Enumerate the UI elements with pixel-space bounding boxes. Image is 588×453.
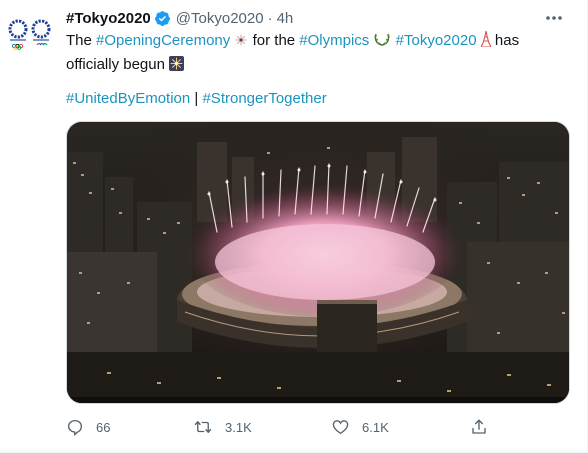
like-count: 6.1K bbox=[362, 419, 389, 435]
share-button[interactable] bbox=[470, 413, 488, 441]
retweet-button[interactable]: 3.1K bbox=[193, 413, 252, 441]
verified-badge-icon bbox=[154, 10, 171, 27]
text-segment: for the bbox=[248, 32, 300, 49]
like-button[interactable]: 6.1K bbox=[331, 413, 389, 441]
retweet-icon bbox=[194, 421, 212, 433]
hashtag-opening-ceremony[interactable]: #OpeningCeremony bbox=[96, 32, 230, 49]
tweet-text: The #OpeningCeremony for the #Olympics #… bbox=[66, 30, 546, 78]
sparkler-emoji bbox=[234, 32, 248, 54]
olive-wreath-emoji bbox=[373, 31, 391, 54]
tokyo2020-emblem-icon bbox=[8, 19, 51, 50]
share-icon bbox=[472, 419, 486, 434]
tweet-header: #Tokyo2020 @Tokyo2020 · 4h bbox=[66, 7, 293, 29]
hashtag-stronger-together[interactable]: #StrongerTogether bbox=[202, 90, 326, 107]
avatar[interactable] bbox=[4, 8, 56, 60]
tower-emoji bbox=[479, 30, 492, 54]
display-name[interactable]: #Tokyo2020 bbox=[66, 10, 151, 27]
retweet-count: 3.1K bbox=[225, 419, 252, 435]
text-segment: The bbox=[66, 32, 97, 49]
reply-icon bbox=[67, 419, 83, 436]
reply-count: 66 bbox=[96, 419, 111, 435]
like-icon bbox=[332, 420, 349, 435]
separator-dot: · bbox=[267, 9, 273, 27]
fireworks-stadium-image bbox=[67, 122, 569, 403]
text-segment: has bbox=[490, 32, 520, 49]
hashtag-olympics[interactable]: #Olympics bbox=[299, 32, 369, 49]
hashtag-tokyo2020[interactable]: #Tokyo2020 bbox=[396, 32, 477, 49]
more-icon[interactable] bbox=[543, 8, 565, 28]
hashtag-united-by-emotion[interactable]: #UnitedByEmotion bbox=[66, 90, 190, 107]
tweet-photo[interactable] bbox=[66, 121, 570, 404]
handle[interactable]: @Tokyo2020 bbox=[176, 10, 264, 27]
text-segment: officially begun bbox=[66, 56, 165, 73]
tweet-card[interactable]: #Tokyo2020 @Tokyo2020 · 4h The #OpeningC… bbox=[0, 0, 588, 453]
reply-button[interactable]: 66 bbox=[66, 413, 110, 441]
hashtag-separator: | bbox=[190, 90, 203, 107]
fireworks-emoji bbox=[169, 56, 185, 78]
timestamp[interactable]: 4h bbox=[277, 10, 294, 27]
hashtag-line: #UnitedByEmotion | #StrongerTogether bbox=[66, 89, 327, 109]
action-bar: 66 3.1K 6.1K bbox=[66, 413, 506, 441]
